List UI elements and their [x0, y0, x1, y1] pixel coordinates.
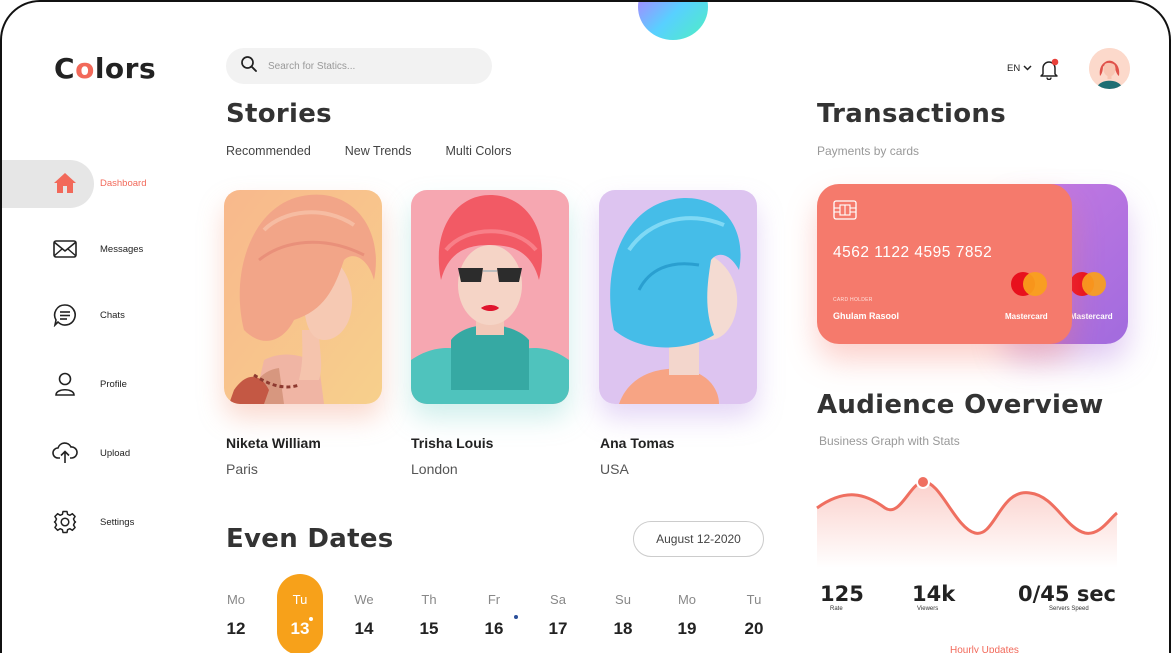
sidebar-item-label: Upload: [100, 447, 131, 459]
stat-label-rate: Rate: [830, 606, 843, 612]
tab-multi-colors[interactable]: Multi Colors: [445, 144, 511, 158]
app-logo[interactable]: Colors: [54, 52, 156, 85]
audience-title: Audience Overview: [817, 390, 1104, 420]
even-dates-title: Even Dates: [226, 524, 394, 554]
home-icon: [52, 170, 78, 196]
card-holder-label: CARD HOLDER: [833, 297, 873, 303]
user-icon: [52, 371, 78, 397]
calendar-day[interactable]: Sa 17: [535, 574, 581, 653]
sidebar-item-profile[interactable]: Profile: [52, 371, 127, 397]
date-range-selector[interactable]: August 12-2020: [633, 521, 764, 557]
card-chip-icon: [833, 200, 857, 225]
audience-subtitle: Business Graph with Stats: [819, 434, 960, 448]
story-city: Paris: [226, 461, 258, 477]
chevron-down-icon: [1023, 63, 1032, 74]
calendar-day[interactable]: Mo 12: [213, 574, 259, 653]
card-number: 4562 1122 4595 7852: [833, 244, 993, 261]
transactions-title: Transactions: [817, 99, 1006, 129]
payment-card[interactable]: 4562 1122 4595 7852 CARD HOLDER Ghulam R…: [817, 184, 1072, 344]
story-name: Trisha Louis: [411, 435, 494, 451]
app-window: Colors Dashboard Messages Chats Profile …: [0, 0, 1171, 653]
sidebar-item-chats[interactable]: Chats: [52, 302, 125, 328]
sidebar-item-label: Settings: [100, 516, 135, 528]
audience-line-graph: [815, 468, 1119, 568]
story-name: Niketa William: [226, 435, 321, 451]
card-holder-name: Ghulam Rasool: [833, 311, 900, 321]
bell-icon[interactable]: [1040, 58, 1060, 81]
story-card-trisha[interactable]: [411, 190, 569, 404]
mastercard-logo-icon: [1070, 272, 1106, 296]
mastercard-logo-icon: [1011, 272, 1047, 296]
gradient-blob-decoration: [638, 2, 708, 40]
story-city: London: [411, 461, 458, 477]
sidebar-item-dashboard[interactable]: Dashboard: [52, 170, 146, 196]
calendar-day[interactable]: Mo 19: [664, 574, 710, 653]
calendar-day[interactable]: Fr 16: [471, 574, 517, 653]
stories-title: Stories: [226, 99, 332, 129]
story-city: USA: [600, 461, 629, 477]
sidebar-item-messages[interactable]: Messages: [52, 236, 143, 262]
stat-value-viewers: 14k: [912, 582, 956, 606]
stat-label-server-speed: Servers Speed: [1049, 606, 1089, 612]
gear-icon: [52, 509, 78, 535]
tab-new-trends[interactable]: New Trends: [345, 144, 412, 158]
hourly-updates-link[interactable]: Hourly Updates: [950, 645, 1019, 653]
sidebar-item-upload[interactable]: Upload: [52, 440, 130, 466]
calendar-day[interactable]: We 14: [341, 574, 387, 653]
chat-bubble-icon: [52, 302, 78, 328]
cloud-upload-icon: [52, 440, 78, 466]
sidebar-item-label: Messages: [100, 243, 144, 255]
language-selector[interactable]: EN: [1007, 63, 1032, 74]
card-brand: Mastercard: [1070, 312, 1113, 321]
sidebar-item-label: Profile: [100, 378, 127, 390]
search-bar: [226, 48, 492, 84]
stories-tabs: Recommended New Trends Multi Colors: [226, 144, 511, 158]
search-icon[interactable]: [240, 55, 258, 78]
event-indicator-dot: [514, 615, 518, 619]
calendar-day[interactable]: Tu 20: [731, 574, 777, 653]
user-avatar[interactable]: [1089, 48, 1130, 89]
sidebar-item-settings[interactable]: Settings: [52, 509, 134, 535]
stat-value-server-speed: 0/45 sec: [1018, 582, 1117, 606]
envelope-icon: [52, 236, 78, 262]
calendar-day-selected[interactable]: Tu 13: [277, 574, 323, 653]
sidebar-item-label: Dashboard: [100, 177, 147, 189]
language-label: EN: [1007, 63, 1021, 74]
sidebar-item-label: Chats: [100, 309, 125, 321]
graph-highlight-point: [916, 475, 930, 489]
calendar-day[interactable]: Th 15: [406, 574, 452, 653]
stat-label-viewers: Viewers: [917, 606, 939, 612]
stat-value-rate: 125: [820, 582, 864, 606]
card-brand: Mastercard: [1005, 312, 1048, 321]
story-card-niketa[interactable]: [224, 190, 382, 404]
story-card-ana[interactable]: [599, 190, 757, 404]
transactions-subtitle: Payments by cards: [817, 144, 920, 158]
tab-recommended[interactable]: Recommended: [226, 144, 311, 158]
search-input[interactable]: [268, 60, 468, 72]
event-indicator-dot: [309, 617, 313, 621]
story-name: Ana Tomas: [600, 435, 675, 451]
calendar-day[interactable]: Su 18: [600, 574, 646, 653]
